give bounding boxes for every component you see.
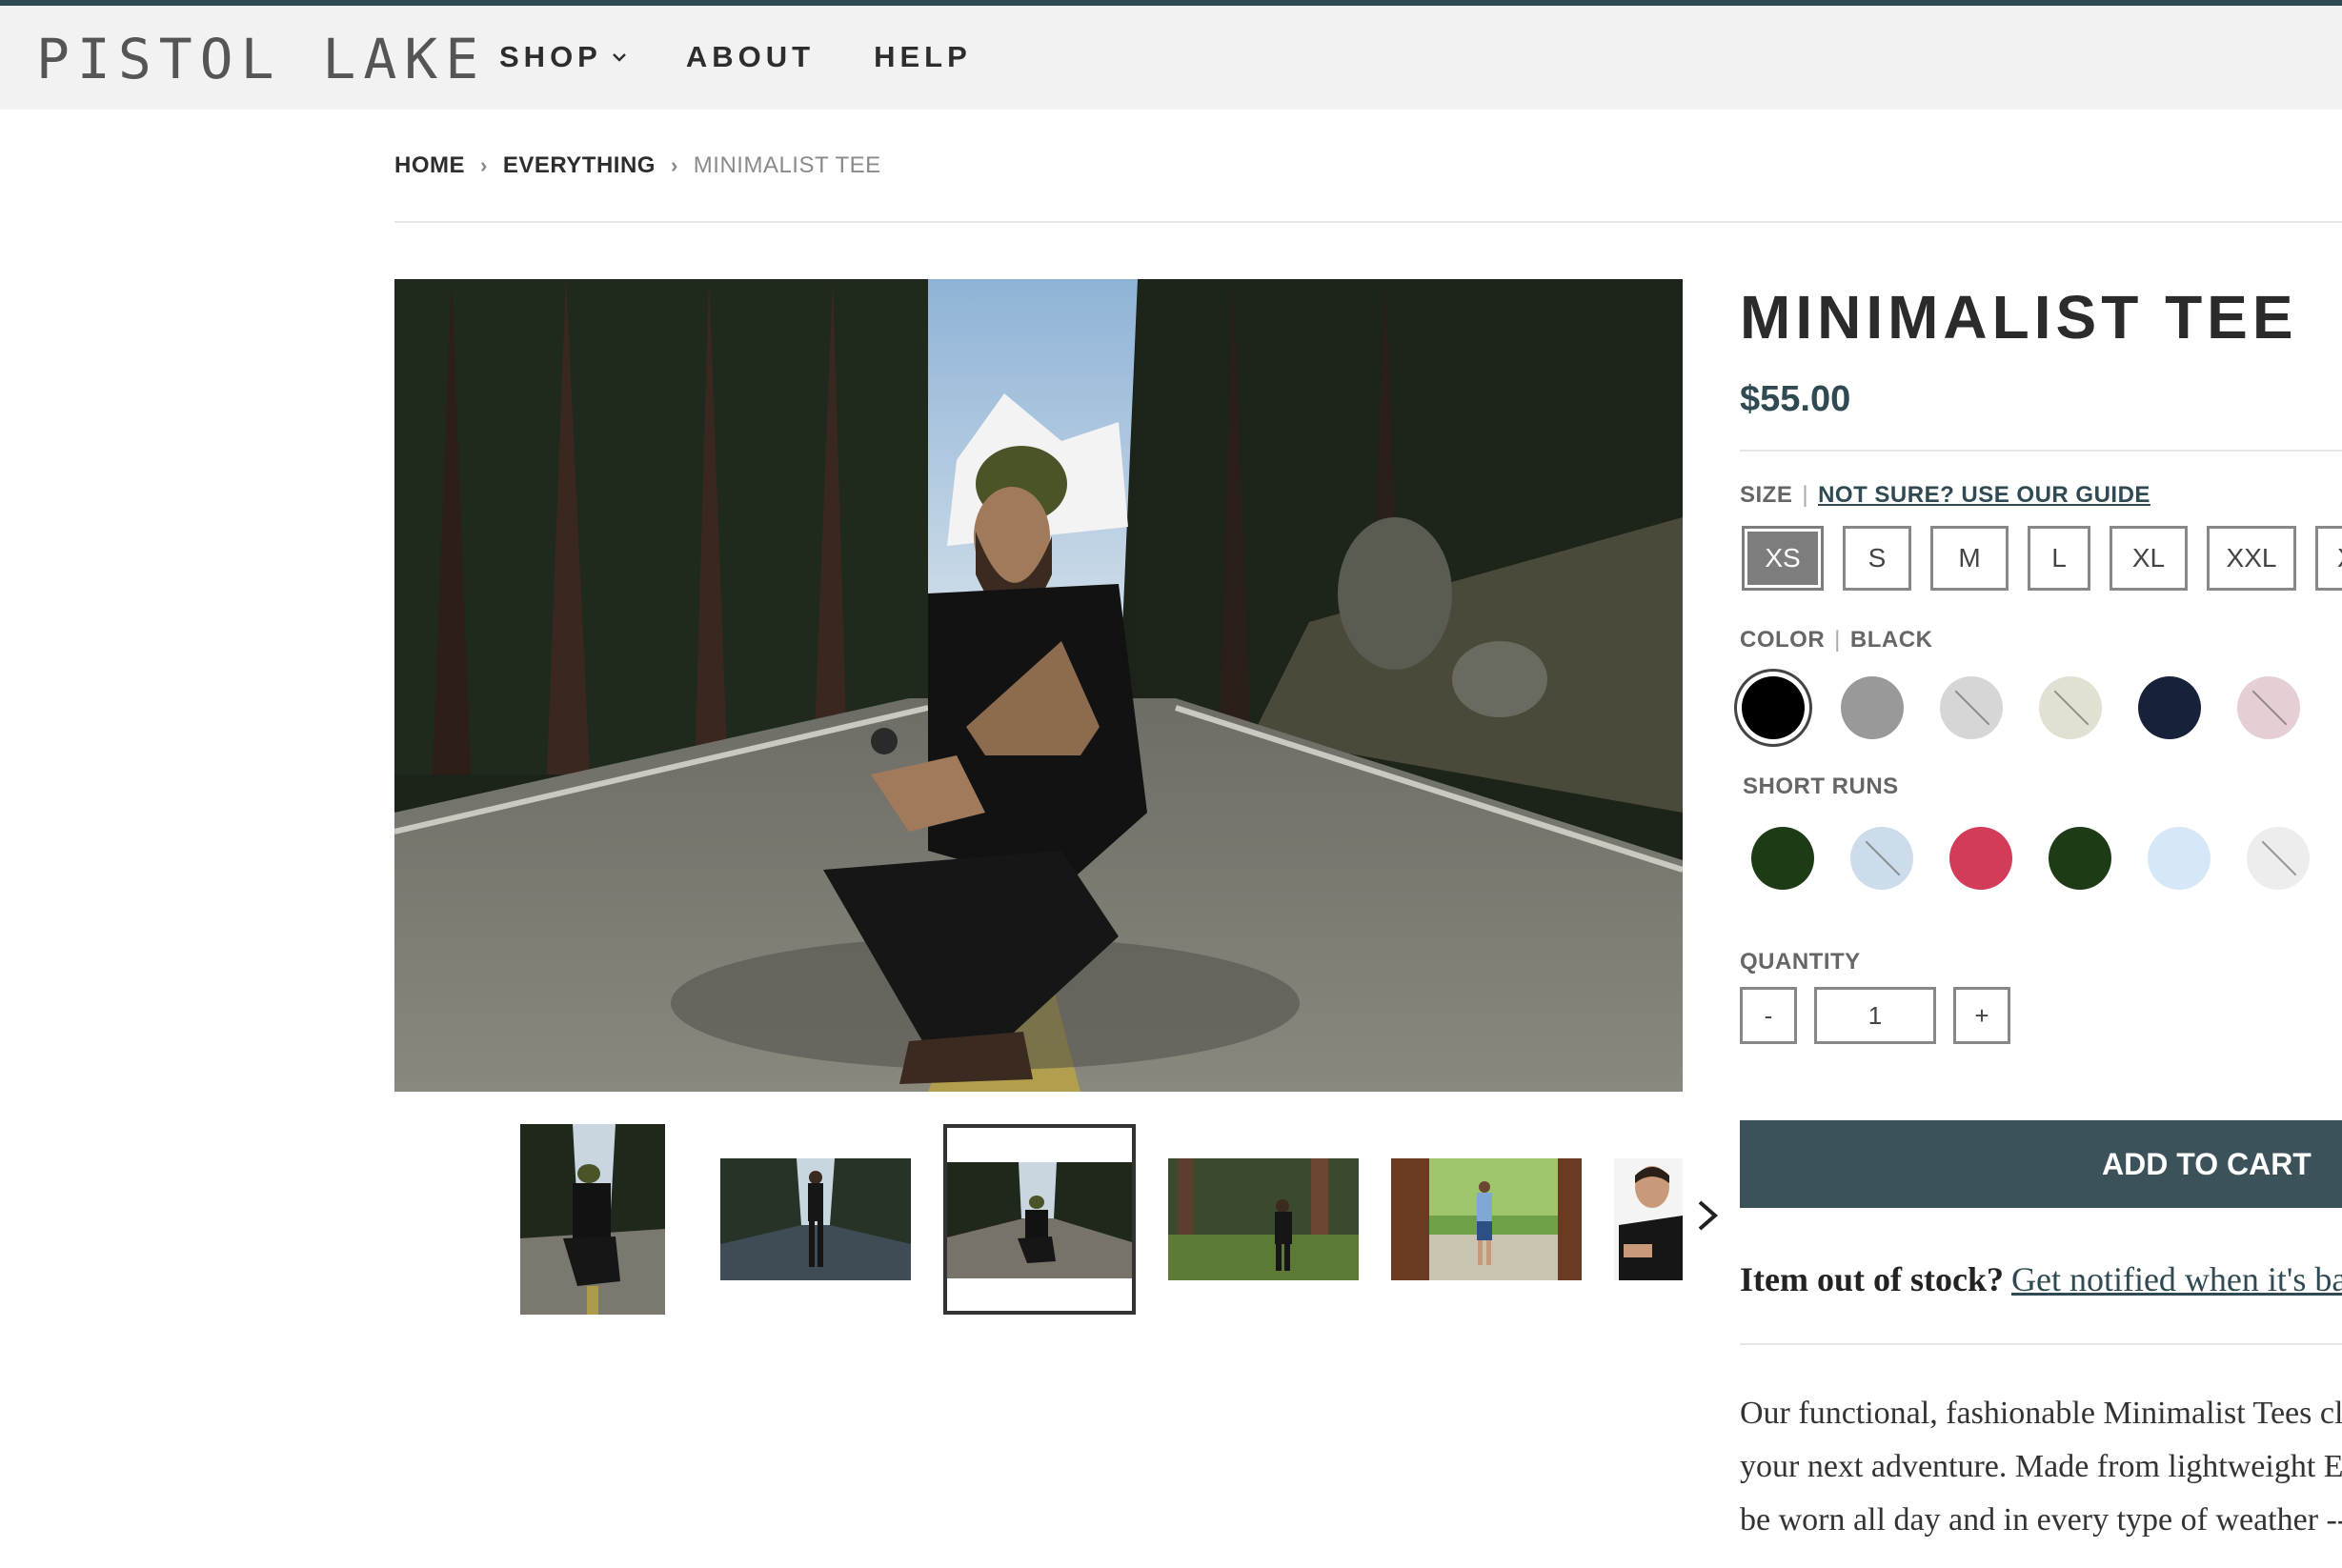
size-option-s[interactable]: S xyxy=(1843,526,1911,591)
product-price: $55.00 xyxy=(1740,379,1851,419)
nav-help[interactable]: HELP xyxy=(874,40,972,74)
nav-about[interactable]: ABOUT xyxy=(686,40,815,74)
size-label-row: SIZE | NOT SURE? USE OUR GUIDE xyxy=(1740,482,2150,509)
short-run-swatch-3[interactable] xyxy=(1949,827,2012,890)
label-separator: | xyxy=(1834,627,1841,653)
quantity-input[interactable]: 1 xyxy=(1814,987,1936,1044)
nav-shop[interactable]: SHOP xyxy=(499,40,627,74)
thumbnail-strip xyxy=(520,1124,1683,1315)
chevron-right-icon[interactable] xyxy=(1690,1198,1725,1233)
color-swatch-5[interactable] xyxy=(2138,676,2201,739)
thumbnail[interactable] xyxy=(720,1158,911,1280)
breadcrumb-separator: › xyxy=(480,153,488,177)
unavailable-slash-icon xyxy=(2251,690,2288,726)
color-swatch-2[interactable] xyxy=(1841,676,1904,739)
thumbnail[interactable] xyxy=(1391,1158,1582,1280)
notify-when-back-link[interactable]: Get notified when it's back xyxy=(2011,1260,2342,1298)
description-line: be worn all day and in every type of wea… xyxy=(1740,1502,2342,1538)
product-title: MINIMALIST TEE xyxy=(1740,283,2298,352)
thumbnail[interactable] xyxy=(520,1124,665,1315)
chevron-down-icon xyxy=(613,53,626,62)
color-swatch-3[interactable] xyxy=(1940,676,2003,739)
color-value: BLACK xyxy=(1849,627,1933,653)
unavailable-slash-icon xyxy=(2261,840,2297,876)
size-option-m[interactable]: M xyxy=(1930,526,2009,591)
description-line: your next adventure. Made from lightweig… xyxy=(1740,1449,2342,1484)
quantity-decrease-button[interactable]: - xyxy=(1740,987,1797,1044)
main-nav: SHOP ABOUT HELP xyxy=(499,40,1031,74)
short-run-swatch-2[interactable] xyxy=(1850,827,1913,890)
divider xyxy=(1740,450,2342,452)
unavailable-slash-icon xyxy=(1954,690,1990,726)
label-separator: | xyxy=(1802,482,1809,508)
short-runs-label-row: SHORT RUNS xyxy=(1743,774,1899,800)
size-option-more[interactable]: XL xyxy=(2315,526,2342,591)
logo[interactable]: PISTOL LAKE xyxy=(36,27,486,91)
color-label-row: COLOR | BLACK xyxy=(1740,627,1932,653)
short-run-swatch-6[interactable] xyxy=(2247,827,2310,890)
nav-shop-label: SHOP xyxy=(499,40,602,73)
size-option-xs[interactable]: XS xyxy=(1742,526,1824,591)
thumbnail[interactable] xyxy=(1614,1158,1683,1280)
unavailable-slash-icon xyxy=(1865,840,1901,876)
thumbnail-selected[interactable] xyxy=(943,1124,1136,1315)
short-runs-label: SHORT RUNS xyxy=(1743,774,1899,799)
out-of-stock-note: Item out of stock? Get notified when it's… xyxy=(1740,1259,2342,1299)
short-run-swatch-1[interactable] xyxy=(1751,827,1814,890)
breadcrumb-home[interactable]: HOME xyxy=(394,152,465,179)
size-options: XS S M L XL XXL XL xyxy=(1742,526,2342,591)
quantity-label: QUANTITY xyxy=(1740,949,1861,975)
breadcrumb-everything[interactable]: EVERYTHING xyxy=(503,152,656,179)
product-main-image[interactable] xyxy=(394,279,1683,1092)
out-of-stock-question: Item out of stock? xyxy=(1740,1260,2004,1298)
description-line: Our functional, fashionable Minimalist T… xyxy=(1740,1396,2342,1431)
product-description: Our functional, fashionable Minimalist T… xyxy=(1740,1387,2342,1547)
breadcrumb-separator: › xyxy=(670,153,678,177)
add-to-cart-button[interactable]: ADD TO CART xyxy=(1740,1120,2342,1208)
size-label: SIZE xyxy=(1740,482,1793,508)
breadcrumb: HOME › EVERYTHING › MINIMALIST TEE xyxy=(394,152,881,179)
divider xyxy=(394,221,2342,223)
quantity-stepper: - 1 + xyxy=(1740,987,2010,1044)
divider xyxy=(1740,1343,2342,1345)
short-run-swatch-4[interactable] xyxy=(2049,827,2111,890)
unavailable-slash-icon xyxy=(2053,690,2090,726)
thumbnail[interactable] xyxy=(1168,1158,1359,1280)
color-swatch-1[interactable] xyxy=(1742,676,1805,739)
color-swatch-4[interactable] xyxy=(2039,676,2102,739)
size-option-xl[interactable]: XL xyxy=(2110,526,2188,591)
size-guide-link[interactable]: NOT SURE? USE OUR GUIDE xyxy=(1818,482,2150,509)
size-option-xxl[interactable]: XXL xyxy=(2207,526,2296,591)
color-swatch-6[interactable] xyxy=(2237,676,2300,739)
quantity-increase-button[interactable]: + xyxy=(1953,987,2010,1044)
site-header: PISTOL LAKE SHOP ABOUT HELP xyxy=(0,6,2342,110)
color-label: COLOR xyxy=(1740,627,1826,653)
size-option-l[interactable]: L xyxy=(2028,526,2090,591)
color-swatches xyxy=(1742,676,2336,739)
breadcrumb-current: MINIMALIST TEE xyxy=(693,152,881,178)
quantity-label-row: QUANTITY xyxy=(1740,949,1861,975)
short-run-swatches xyxy=(1751,827,2342,890)
short-run-swatch-5[interactable] xyxy=(2148,827,2211,890)
